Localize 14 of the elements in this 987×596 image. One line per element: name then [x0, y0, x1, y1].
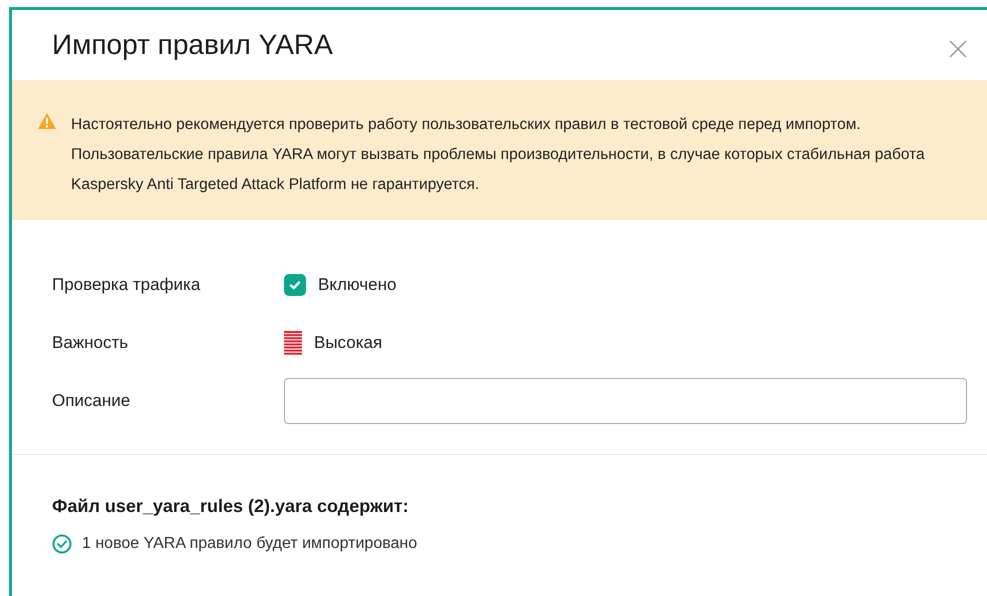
checkbox-label: Включено: [318, 274, 396, 296]
warning-text: Настоятельно рекомендуется проверить работу пользовательских правил в тестовой среде перед импортом. Пользовательские правила YARA могут вызвать проблемы производительности, в случае которых стабильная работа Kaspersky Anti Targeted Attack Platform не гарантируется.: [71, 115, 926, 195]
warning-icon: [37, 112, 57, 130]
dialog-title: Импорт правил YARA: [52, 28, 333, 62]
file-summary-heading: Файл user_yara_rules (2).yara содержит:: [52, 495, 410, 518]
field-label: Описание: [52, 390, 132, 412]
import-result-text: 1 новое YARA правило будет импортировано: [82, 534, 418, 554]
field-label: Проверка трафика: [52, 274, 202, 296]
description-input[interactable]: [284, 378, 967, 424]
field-label: Важность: [52, 332, 130, 354]
severity-value: Высокая: [314, 332, 382, 354]
check-circle-icon: [52, 534, 72, 554]
close-button[interactable]: [947, 38, 969, 60]
checkbox[interactable]: [284, 274, 306, 296]
